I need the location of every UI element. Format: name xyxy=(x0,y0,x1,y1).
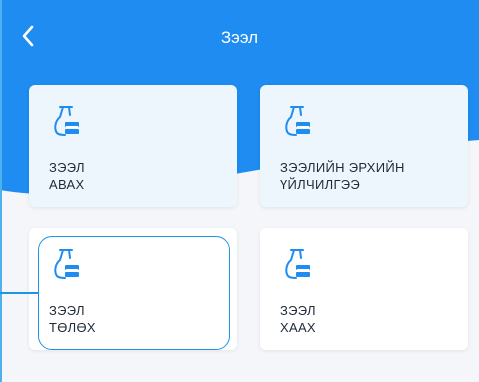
card-label-line2: ТӨЛӨХ xyxy=(49,320,96,335)
card-label-line2: АВАХ xyxy=(49,177,85,192)
card-label-line1: ЗЭЭЛ xyxy=(280,303,316,318)
card-label: ЗЭЭЛ АВАХ xyxy=(49,159,85,193)
card-label-line1: ЗЭЭЛИЙН ЭРХИЙН xyxy=(280,160,405,175)
loan-icon xyxy=(285,106,310,136)
card-label: ЗЭЭЛ ТӨЛӨХ xyxy=(49,302,96,336)
loan-icon xyxy=(285,249,310,279)
card-label-line1: ЗЭЭЛ xyxy=(49,160,85,175)
loan-screen: Зээл ЗЭЭЛ АВАХ ЗЭЭЛИЙН ЭРХИЙН ҮЙЛЧИЛГЭЭ xyxy=(0,0,479,382)
loan-icon xyxy=(54,249,79,279)
card-label: ЗЭЭЛИЙН ЭРХИЙН ҮЙЛЧИЛГЭЭ xyxy=(280,159,405,193)
card-loan-pay[interactable]: ЗЭЭЛ ТӨЛӨХ xyxy=(29,228,237,350)
highlight-pointer-line xyxy=(0,292,38,294)
page-title: Зээл xyxy=(220,28,259,47)
top-bar: Зээл xyxy=(0,0,479,80)
card-label: ЗЭЭЛ ХААХ xyxy=(280,302,316,336)
card-loan-take[interactable]: ЗЭЭЛ АВАХ xyxy=(29,85,237,207)
card-loan-close[interactable]: ЗЭЭЛ ХААХ xyxy=(260,228,468,350)
card-label-line2: ХААХ xyxy=(280,320,316,335)
loan-icon xyxy=(54,106,79,136)
card-loan-rights[interactable]: ЗЭЭЛИЙН ЭРХИЙН ҮЙЛЧИЛГЭЭ xyxy=(260,85,468,207)
card-label-line2: ҮЙЛЧИЛГЭЭ xyxy=(280,177,361,192)
card-label-line1: ЗЭЭЛ xyxy=(49,303,85,318)
